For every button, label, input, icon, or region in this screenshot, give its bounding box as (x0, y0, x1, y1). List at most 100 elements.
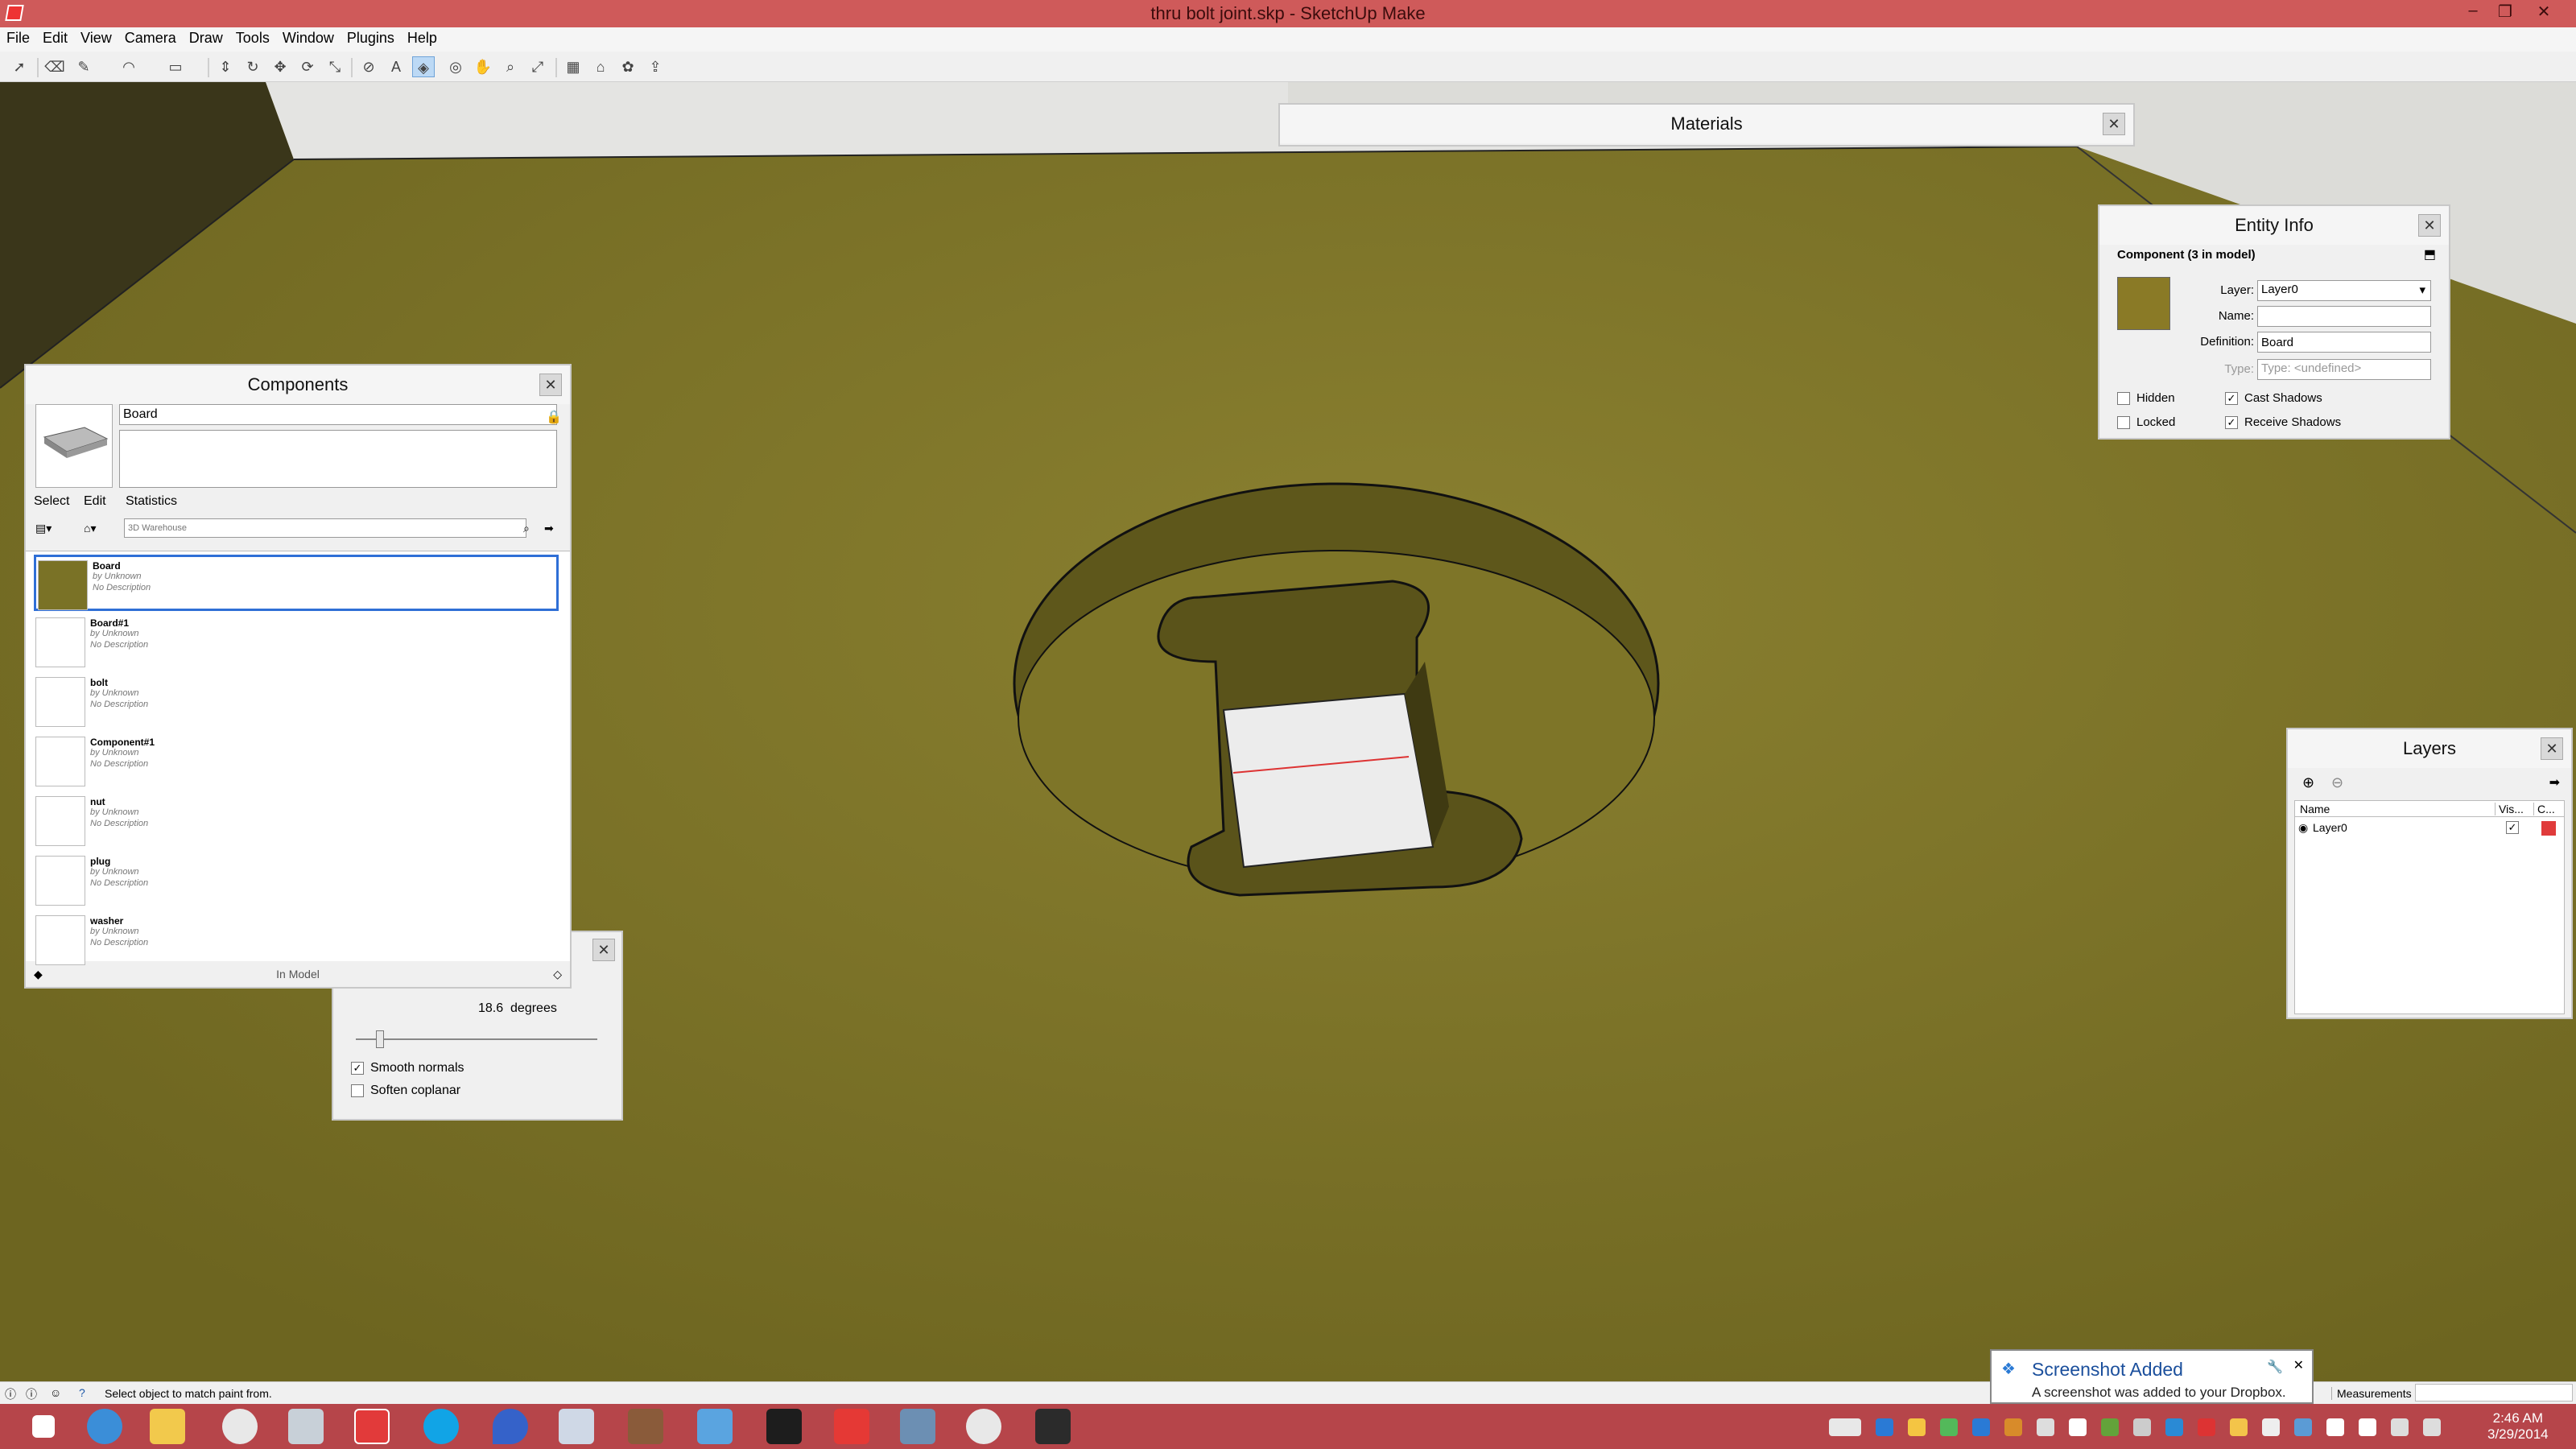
layer-color-header[interactable]: C... (2533, 803, 2555, 815)
menu-help[interactable]: Help (401, 27, 444, 47)
layers-close-button[interactable]: ✕ (2541, 737, 2563, 760)
list-item[interactable]: bolt by Unknown No Description (34, 674, 559, 730)
rotate-tool-icon[interactable]: ⟳ (296, 56, 319, 77)
file-explorer-icon[interactable] (150, 1409, 185, 1444)
tray-app-icon[interactable] (1908, 1418, 1926, 1436)
list-item[interactable]: nut by Unknown No Description (34, 793, 559, 849)
list-item[interactable]: Board by Unknown No Description (34, 555, 559, 611)
sketchup-taskbar-icon[interactable] (354, 1409, 390, 1444)
credits-icon[interactable]: ⓘ (26, 1386, 37, 1402)
select-tool-icon[interactable]: ➚ (8, 56, 31, 77)
warehouse-tool-icon[interactable]: ⌂ (589, 56, 612, 77)
follow-me-tool-icon[interactable]: ↻ (242, 56, 264, 77)
tray-app-icon[interactable] (2004, 1418, 2022, 1436)
tray-app-icon[interactable] (2133, 1418, 2151, 1436)
layer-name-header[interactable]: Name (2300, 803, 2330, 815)
internet-explorer-icon[interactable] (87, 1409, 122, 1444)
network-icon[interactable] (697, 1409, 733, 1444)
nvidia-icon[interactable] (766, 1409, 802, 1444)
definition-input[interactable] (2257, 332, 2431, 353)
zoom-tool-icon[interactable]: ⌕ (499, 56, 522, 77)
menu-file[interactable]: File (0, 27, 36, 47)
component-name-input[interactable] (119, 404, 557, 425)
tray-app-icon[interactable] (2037, 1418, 2054, 1436)
home-icon[interactable]: ⌂▾ (84, 522, 96, 535)
receive-shadows-checkbox[interactable]: ✓ Receive Shadows (2225, 415, 2341, 430)
measurements-input[interactable] (2415, 1384, 2573, 1402)
tray-app-icon[interactable] (2294, 1418, 2312, 1436)
components-close-button[interactable]: ✕ (539, 374, 562, 396)
tray-app-icon[interactable] (1876, 1418, 1893, 1436)
search-icon[interactable]: ⌕ (523, 522, 530, 535)
component-description-field[interactable] (119, 430, 557, 488)
library-icon[interactable] (628, 1409, 663, 1444)
notepad-icon[interactable] (559, 1409, 594, 1444)
lock-icon[interactable]: 🔒 (546, 409, 562, 425)
help-icon[interactable]: ? (79, 1386, 85, 1399)
pan-tool-icon[interactable]: ✋ (472, 56, 494, 77)
menu-plugins[interactable]: Plugins (341, 27, 401, 47)
volume-icon[interactable] (2423, 1418, 2441, 1436)
warehouse-search-input[interactable] (124, 518, 526, 538)
delete-layer-icon[interactable]: ⊖ (2331, 774, 2343, 791)
zoom-extents-tool-icon[interactable]: ⤢ (526, 56, 549, 77)
details-arrow-icon[interactable]: ➡ (544, 522, 554, 535)
settings-icon[interactable]: 🔧 (2267, 1359, 2283, 1375)
windows-start-icon[interactable] (32, 1415, 55, 1438)
menu-camera[interactable]: Camera (118, 27, 183, 47)
dropbox-tray-icon[interactable] (1972, 1418, 1990, 1436)
menu-tools[interactable]: Tools (229, 27, 276, 47)
network-signal-icon[interactable] (2391, 1418, 2409, 1436)
arc-tool-icon[interactable]: ◠ (118, 56, 140, 77)
list-item[interactable]: Component#1 by Unknown No Description (34, 733, 559, 790)
xmind-icon[interactable] (834, 1409, 869, 1444)
eraser-tool-icon[interactable]: ⌫ (43, 56, 66, 77)
tray-app-icon[interactable] (2230, 1418, 2248, 1436)
pencil-tool-icon[interactable]: ✎ (72, 56, 95, 77)
menu-edit[interactable]: Edit (36, 27, 74, 47)
geo-location-icon[interactable]: ⓘ (5, 1386, 16, 1402)
list-item[interactable]: washer by Unknown No Description (34, 912, 559, 968)
tray-app-icon[interactable] (2198, 1418, 2215, 1436)
layer-color-swatch[interactable] (2541, 821, 2556, 836)
keyboard-icon[interactable] (1829, 1418, 1861, 1436)
archive-icon[interactable] (288, 1409, 324, 1444)
chrome-icon[interactable] (222, 1409, 258, 1444)
user-icon[interactable]: ☺ (50, 1386, 61, 1399)
list-item[interactable]: plug by Unknown No Description (34, 852, 559, 909)
text-tool-icon[interactable]: A (385, 56, 407, 77)
angle-slider-track[interactable] (356, 1038, 597, 1040)
move-tool-icon[interactable]: ✥ (269, 56, 291, 77)
minimize-button[interactable]: – (2457, 2, 2489, 24)
locked-checkbox[interactable]: Locked (2117, 415, 2175, 430)
list-item[interactable]: Board#1 by Unknown No Description (34, 614, 559, 671)
tape-measure-tool-icon[interactable]: ⊘ (357, 56, 380, 77)
paint-bucket-tool-icon[interactable]: ◈ (412, 56, 435, 77)
materials-close-button[interactable]: ✕ (2103, 113, 2125, 135)
tray-app-icon[interactable] (2359, 1418, 2376, 1436)
skype-icon[interactable] (423, 1409, 459, 1444)
layer-visible-header[interactable]: Vis... (2495, 803, 2524, 815)
layers-details-icon[interactable]: ➡ (2549, 774, 2560, 791)
soften-coplanar-checkbox[interactable]: Soften coplanar (351, 1084, 460, 1098)
droplet-icon[interactable] (493, 1409, 528, 1444)
tray-app-icon[interactable] (1940, 1418, 1958, 1436)
push-pull-tool-icon[interactable]: ⇕ (214, 56, 237, 77)
checkmark-icon[interactable]: ✓ (2506, 821, 2519, 834)
components-tool-icon[interactable]: ▦ (562, 56, 584, 77)
navigate-icon[interactable]: ◇ (553, 968, 562, 981)
tab-edit[interactable]: Edit (84, 494, 106, 509)
extension-tool-icon[interactable]: ✿ (617, 56, 639, 77)
tray-app-icon[interactable] (2262, 1418, 2280, 1436)
close-button[interactable]: ✕ (2528, 2, 2560, 24)
dropbox-notification[interactable]: ❖ Screenshot Added A screenshot was adde… (1990, 1349, 2314, 1404)
add-layer-icon[interactable]: ⊕ (2302, 774, 2314, 791)
tray-app-icon[interactable] (2165, 1418, 2183, 1436)
menu-window[interactable]: Window (276, 27, 341, 47)
hidden-checkbox[interactable]: Hidden (2117, 391, 2175, 406)
soften-close-button[interactable]: ✕ (592, 939, 615, 961)
table-row[interactable]: ◉ Layer0 ✓ (2295, 819, 2564, 838)
angle-slider-thumb[interactable] (376, 1030, 384, 1048)
smooth-normals-checkbox[interactable]: ✓ Smooth normals (351, 1061, 464, 1075)
inkscape-icon[interactable] (1035, 1409, 1071, 1444)
